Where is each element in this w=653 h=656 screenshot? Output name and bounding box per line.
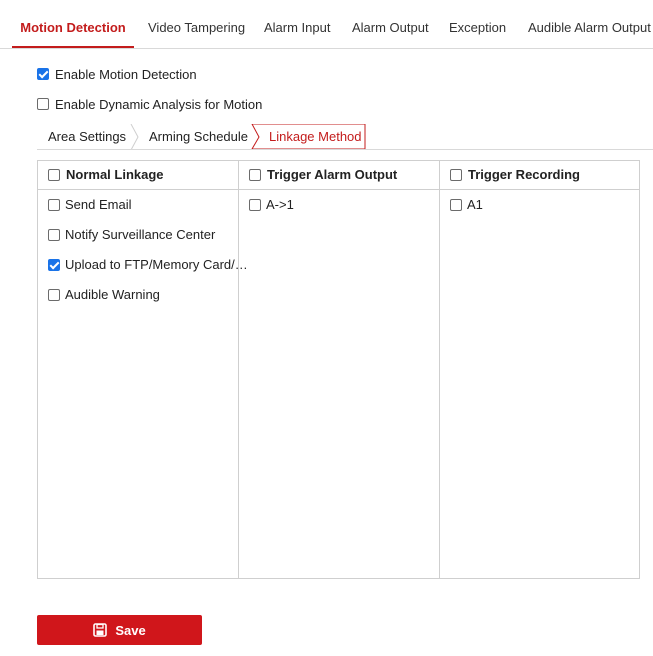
enable-motion-detection-checkbox[interactable] — [37, 68, 49, 80]
linkage-subtab-bar: Area Settings Arming Schedule Linkage Me… — [37, 124, 653, 150]
notify-surveillance-center-checkbox[interactable] — [48, 229, 60, 241]
notify-surveillance-center-label: Notify Surveillance Center — [65, 227, 216, 242]
send-email-checkbox[interactable] — [48, 199, 60, 211]
column-divider — [439, 161, 440, 578]
upload-ftp-label: Upload to FTP/Memory Card/… — [65, 257, 248, 272]
save-icon — [93, 623, 108, 637]
audible-warning-label: Audible Warning — [65, 287, 160, 302]
normal-linkage-header: Normal Linkage — [66, 167, 164, 182]
tab-motion-detection[interactable]: Motion Detection — [12, 0, 134, 48]
trigger-recording-select-all-checkbox[interactable] — [450, 169, 462, 181]
audible-warning-checkbox[interactable] — [48, 289, 60, 301]
subtab-linkage-method[interactable]: Linkage Method — [269, 124, 362, 149]
normal-linkage-select-all-checkbox[interactable] — [48, 169, 60, 181]
tab-alarm-output[interactable]: Alarm Output — [352, 0, 429, 47]
save-button[interactable]: Save — [37, 615, 202, 645]
alarm-output-a1-checkbox[interactable] — [249, 199, 261, 211]
subtab-separator-icon — [130, 124, 139, 150]
tab-exception[interactable]: Exception — [449, 0, 506, 47]
recording-a1-label: A1 — [467, 197, 483, 212]
enable-dynamic-analysis-label: Enable Dynamic Analysis for Motion — [55, 97, 263, 112]
tab-bar: Motion Detection Video Tampering Alarm I… — [0, 0, 653, 49]
enable-dynamic-analysis-checkbox[interactable] — [37, 98, 49, 110]
tab-video-tampering[interactable]: Video Tampering — [148, 0, 245, 47]
tab-audible-alarm-output[interactable]: Audible Alarm Output — [528, 0, 651, 47]
alarm-output-a1-label: A->1 — [266, 197, 294, 212]
subtab-arming-schedule[interactable]: Arming Schedule — [149, 124, 248, 149]
enable-motion-detection-label: Enable Motion Detection — [55, 67, 197, 82]
tab-alarm-input[interactable]: Alarm Input — [264, 0, 330, 47]
linkage-table: Normal Linkage Send Email Notify Surveil… — [37, 160, 640, 579]
trigger-alarm-output-header: Trigger Alarm Output — [267, 167, 398, 182]
recording-a1-checkbox[interactable] — [450, 199, 462, 211]
trigger-alarm-output-select-all-checkbox[interactable] — [249, 169, 261, 181]
subtab-area-settings[interactable]: Area Settings — [48, 124, 126, 149]
save-button-label: Save — [115, 622, 146, 638]
subtab-divider — [37, 149, 653, 150]
column-divider — [238, 161, 239, 578]
trigger-recording-header: Trigger Recording — [468, 167, 580, 182]
send-email-label: Send Email — [65, 197, 132, 212]
upload-ftp-checkbox[interactable] — [48, 259, 60, 271]
